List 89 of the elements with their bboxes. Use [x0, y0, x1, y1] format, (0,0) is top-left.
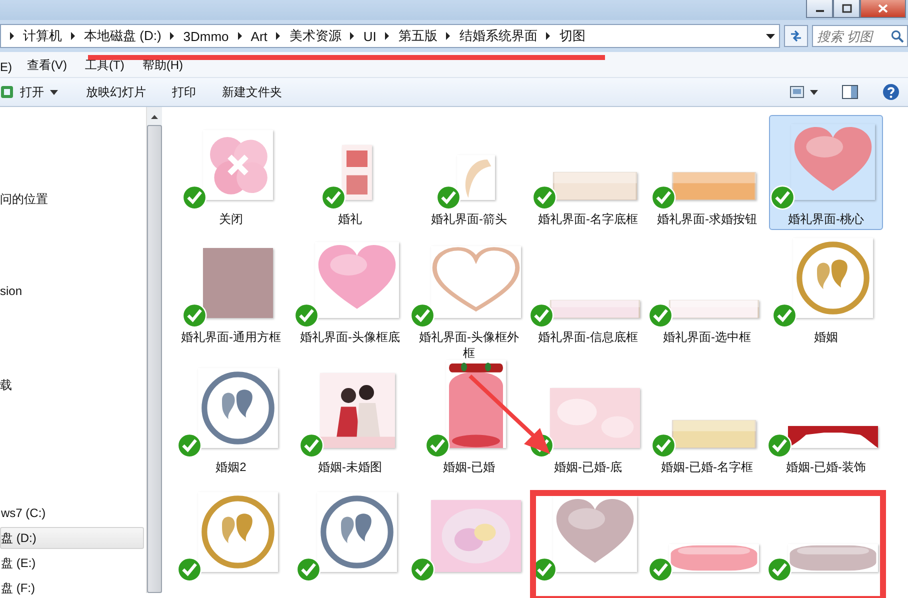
- file-name[interactable]: 婚礼界面-名字底框: [534, 211, 642, 227]
- pill-thumbnail[interactable]: [669, 544, 759, 572]
- breadcrumb-arrow-icon[interactable]: [445, 32, 452, 40]
- panel-thumbnail[interactable]: [550, 388, 640, 448]
- file-name[interactable]: 婚姻: [772, 329, 880, 345]
- arch-thumbnail[interactable]: [446, 360, 506, 448]
- file-name[interactable]: 婚礼界面-头像框外框: [415, 329, 523, 361]
- file-name[interactable]: 婚礼界面-箭头: [415, 211, 523, 227]
- breadcrumb[interactable]: 本地磁盘 (D:): [84, 27, 162, 45]
- breadcrumb[interactable]: 切图: [559, 27, 586, 45]
- file-name[interactable]: 婚姻-已婚-底: [534, 459, 642, 475]
- breadcrumb[interactable]: 3Dmmo: [183, 28, 229, 44]
- toolbar-button[interactable]: 新建文件夹: [214, 84, 290, 100]
- breadcrumb[interactable]: 结婚系统界面: [459, 27, 538, 45]
- file-name[interactable]: 婚礼界面-求婚按钮: [653, 211, 761, 227]
- search-icon: [891, 30, 904, 43]
- menu-item[interactable]: E): [0, 60, 12, 74]
- file-name[interactable]: 婚姻-未婚图: [296, 459, 404, 475]
- nav-item[interactable]: 问的位置: [0, 191, 146, 206]
- breadcrumb[interactable]: 美术资源: [289, 27, 342, 45]
- menu-item[interactable]: 帮助(H): [142, 57, 183, 74]
- file-name[interactable]: 婚礼界面-信息底框: [534, 329, 642, 345]
- toolbar-button[interactable]: 放映幻灯片: [78, 84, 154, 100]
- bar-thumbnail[interactable]: [672, 172, 756, 200]
- open-icon: [0, 85, 14, 99]
- search-field[interactable]: 搜索 切图: [812, 25, 908, 47]
- caret-icon: [50, 90, 58, 94]
- breadcrumb-arrow-icon[interactable]: [275, 32, 282, 40]
- toolbar-button[interactable]: 打开: [0, 84, 66, 100]
- curtain-thumbnail[interactable]: [788, 426, 878, 448]
- refresh-icon: [788, 29, 804, 43]
- breadcrumb-arrow-icon[interactable]: [169, 32, 176, 40]
- bar-thumbnail[interactable]: [672, 420, 756, 448]
- file-name[interactable]: 婚礼界面-选中框: [653, 329, 761, 345]
- minimize-button[interactable]: [806, 0, 833, 18]
- ring-thumbnail[interactable]: [793, 238, 873, 318]
- nav-item[interactable]: sion: [0, 284, 146, 299]
- view-icon[interactable]: [790, 86, 804, 98]
- ring-thumbnail[interactable]: [317, 492, 397, 572]
- bar-thumbnail[interactable]: [669, 300, 759, 318]
- breadcrumb[interactable]: Art: [250, 28, 268, 44]
- flower-thumbnail[interactable]: [203, 130, 273, 200]
- address-bar[interactable]: 计算机 本地磁盘 (D:) 3Dmmo Art 美术资源 UI 第五版 结婚系统界面 切图: [0, 24, 780, 48]
- pill-thumbnail[interactable]: [788, 544, 878, 572]
- file-name[interactable]: 婚礼界面-通用方框: [177, 329, 285, 345]
- bar-thumbnail[interactable]: [553, 172, 637, 200]
- help-icon[interactable]: [882, 83, 900, 101]
- file-name[interactable]: 关闭: [177, 211, 285, 227]
- maximize-icon: [842, 4, 852, 13]
- nav-item[interactable]: 盘 (E:): [0, 552, 144, 574]
- close-button[interactable]: [860, 0, 906, 18]
- toolbar-button[interactable]: 打印: [164, 84, 204, 100]
- nav-item[interactable]: ws7 (C:): [0, 502, 144, 524]
- scroll-up-icon[interactable]: [151, 115, 158, 119]
- menu-item[interactable]: 查看(V): [27, 57, 67, 74]
- breadcrumb[interactable]: UI: [363, 28, 376, 44]
- ring-thumbnail[interactable]: [198, 368, 278, 448]
- preview-pane-icon[interactable]: [842, 85, 858, 99]
- breadcrumb-arrow-icon[interactable]: [70, 32, 76, 40]
- breadcrumb-arrow-icon[interactable]: [384, 32, 390, 40]
- tile-thumbnail[interactable]: [342, 145, 372, 200]
- file-name[interactable]: 婚姻-已婚: [415, 459, 523, 475]
- refresh-button[interactable]: [784, 25, 808, 47]
- breadcrumb[interactable]: 计算机: [23, 27, 62, 45]
- breadcrumb[interactable]: 第五版: [398, 27, 438, 45]
- nav-item[interactable]: 盘 (F:): [0, 577, 144, 598]
- orb-thumbnail[interactable]: [431, 500, 521, 572]
- crescent-thumbnail[interactable]: [457, 155, 495, 200]
- close-icon: [878, 4, 888, 13]
- file-name[interactable]: 婚姻2: [177, 459, 285, 475]
- breadcrumb-arrow-icon[interactable]: [9, 32, 15, 40]
- file-name[interactable]: 婚姻-已婚-装饰: [772, 459, 880, 475]
- caret-icon[interactable]: [810, 90, 818, 94]
- breadcrumb-arrow-icon[interactable]: [236, 32, 243, 40]
- square-thumbnail[interactable]: [203, 248, 273, 318]
- nav-item[interactable]: 载: [0, 377, 146, 392]
- maximize-button[interactable]: [833, 0, 860, 18]
- breadcrumb-arrow-icon[interactable]: [349, 32, 356, 40]
- file-name[interactable]: 婚礼: [296, 211, 404, 227]
- file-name[interactable]: 婚姻-已婚-名字框: [653, 459, 761, 475]
- nav-item[interactable]: 盘 (D:): [0, 527, 144, 549]
- file-name[interactable]: 婚礼界面-桃心: [772, 211, 880, 227]
- breadcrumb-arrow-icon[interactable]: [545, 32, 552, 40]
- heart-frame-thumbnail[interactable]: [431, 246, 521, 318]
- dropdown-caret-icon[interactable]: [766, 34, 775, 38]
- bar-thumbnail[interactable]: [550, 300, 640, 318]
- ring-thumbnail[interactable]: [198, 492, 278, 572]
- file-name[interactable]: 婚礼界面-头像框底: [296, 329, 404, 345]
- selected-file-tile[interactable]: 婚礼界面-桃心: [769, 115, 883, 230]
